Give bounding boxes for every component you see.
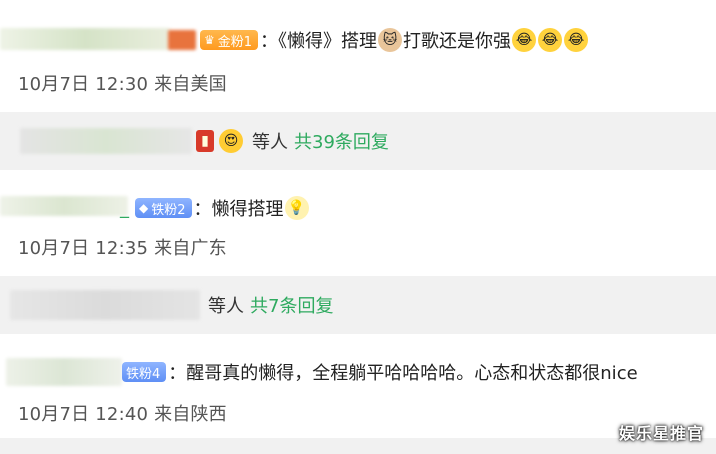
red-envelope-icon: ▮: [196, 130, 214, 152]
fan-badge[interactable]: ◆ 铁粉2: [135, 198, 192, 218]
reply-summary[interactable]: 等人 共7条回复: [0, 276, 716, 334]
laugh-cry-emoji-icon: 😂: [564, 28, 589, 52]
comment-meta: 10月7日 12:40 来自陕西: [18, 400, 227, 426]
comment-location: 来自广东: [154, 238, 227, 259]
username-blurred-accent: [168, 30, 196, 50]
laugh-cry-emoji-icon: 😂: [538, 28, 563, 52]
fan-badge-label: 铁粉2: [151, 202, 186, 218]
comment-location: 来自陕西: [154, 404, 227, 425]
diamond-icon: ◆: [139, 201, 149, 215]
comment-text: ：《懒得》搭理: [260, 31, 378, 52]
comment-time: 10月7日 12:30: [18, 74, 149, 95]
lightbulb-emoji-icon: 💡: [284, 196, 309, 220]
comment-meta: 10月7日 12:30 来自美国: [18, 70, 227, 96]
reply-count-link[interactable]: 共39条回复: [294, 128, 389, 154]
comment-3-line: 铁粉4 ：醒哥真的懒得，全程躺平哈哈哈哈。心态和状态都很nice: [122, 352, 638, 392]
watermark: 娱乐星推官: [618, 424, 704, 443]
username-blurred[interactable]: [0, 196, 128, 216]
comment-location: 来自美国: [154, 74, 227, 95]
fan-badge-label: 铁粉4: [126, 366, 161, 382]
comment-time: 10月7日 12:40: [18, 404, 149, 425]
reply-who: 等人: [252, 132, 288, 153]
reply-count-link[interactable]: 共7条回复: [250, 292, 333, 318]
username-blurred[interactable]: [6, 358, 122, 386]
crown-icon: ♛: [204, 33, 215, 47]
comment-time: 10月7日 12:35: [18, 238, 149, 259]
fan-badge[interactable]: ♛ 金粉1: [200, 30, 259, 50]
comment-meta: 10月7日 12:35 来自广东: [18, 234, 227, 260]
replier-names-blurred: [20, 128, 192, 154]
cat-emoji-icon: 🐱: [378, 28, 403, 52]
comment-2-line: _ ◆ 铁粉2 ：懒得搭理 💡: [120, 188, 310, 228]
username-blurred[interactable]: [0, 28, 170, 50]
username-tail: _: [120, 197, 129, 219]
reply-summary-partial: [0, 438, 716, 454]
reply-who: 等人: [208, 296, 244, 317]
crown-face-emoji-icon: 😍: [219, 129, 243, 153]
fan-badge[interactable]: 铁粉4: [122, 362, 167, 382]
comment-1-line: ♛ 金粉1 ：《懒得》搭理 🐱 打歌还是你强 😂 😂 😂: [200, 20, 589, 60]
comment-text: ：醒哥真的懒得，全程躺平哈哈哈哈。心态和状态都很nice: [168, 363, 638, 384]
comment-text-2: 打歌还是你强: [403, 31, 512, 52]
comment-text: ：懒得搭理: [193, 199, 284, 220]
replier-names-blurred: [10, 290, 200, 320]
fan-badge-label: 金粉1: [217, 34, 253, 50]
reply-summary[interactable]: ▮ 😍 等人 共39条回复: [0, 112, 716, 170]
laugh-cry-emoji-icon: 😂: [512, 28, 537, 52]
